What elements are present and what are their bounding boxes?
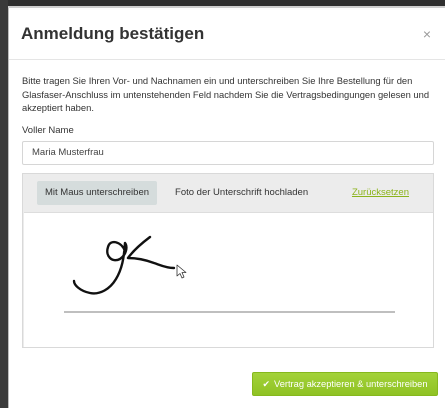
- modal-body: Bitte tragen Sie Ihren Vor- und Nachname…: [9, 60, 445, 348]
- signature-modal: Anmeldung bestätigen × Bitte tragen Sie …: [8, 8, 445, 408]
- intro-text: Bitte tragen Sie Ihren Vor- und Nachname…: [22, 75, 430, 113]
- modal-title: Anmeldung bestätigen: [21, 23, 205, 43]
- signature-stroke-2: [126, 235, 176, 269]
- accept-and-sign-label: Vertrag akzeptieren & unterschreiben: [274, 379, 428, 389]
- signature-toolbar: Mit Maus unterschreiben Foto der Untersc…: [23, 174, 433, 212]
- close-icon[interactable]: ×: [423, 26, 433, 42]
- full-name-input[interactable]: [22, 140, 434, 165]
- full-name-label: Voller Name: [22, 124, 74, 136]
- reset-link[interactable]: Zurücksetzen: [352, 187, 409, 198]
- modal-header: Anmeldung bestätigen ×: [9, 8, 445, 60]
- signature-drawing: [64, 235, 395, 312]
- modal-footer: ✔ Vertrag akzeptieren & unterschreiben: [9, 368, 445, 408]
- check-icon: ✔: [262, 378, 271, 389]
- signature-stroke-1: [72, 240, 128, 295]
- mouse-pointer-icon: [176, 264, 187, 278]
- signature-canvas[interactable]: [24, 211, 433, 347]
- backdrop-edge: [0, 0, 8, 408]
- accept-and-sign-button[interactable]: ✔ Vertrag akzeptieren & unterschreiben: [252, 372, 438, 396]
- signature-panel: Mit Maus unterschreiben Foto der Untersc…: [22, 172, 434, 348]
- tab-upload-signature-photo[interactable]: Foto der Unterschrift hochladen: [167, 181, 316, 205]
- tab-sign-with-mouse[interactable]: Mit Maus unterschreiben: [37, 180, 158, 205]
- backdrop: [0, 0, 445, 6]
